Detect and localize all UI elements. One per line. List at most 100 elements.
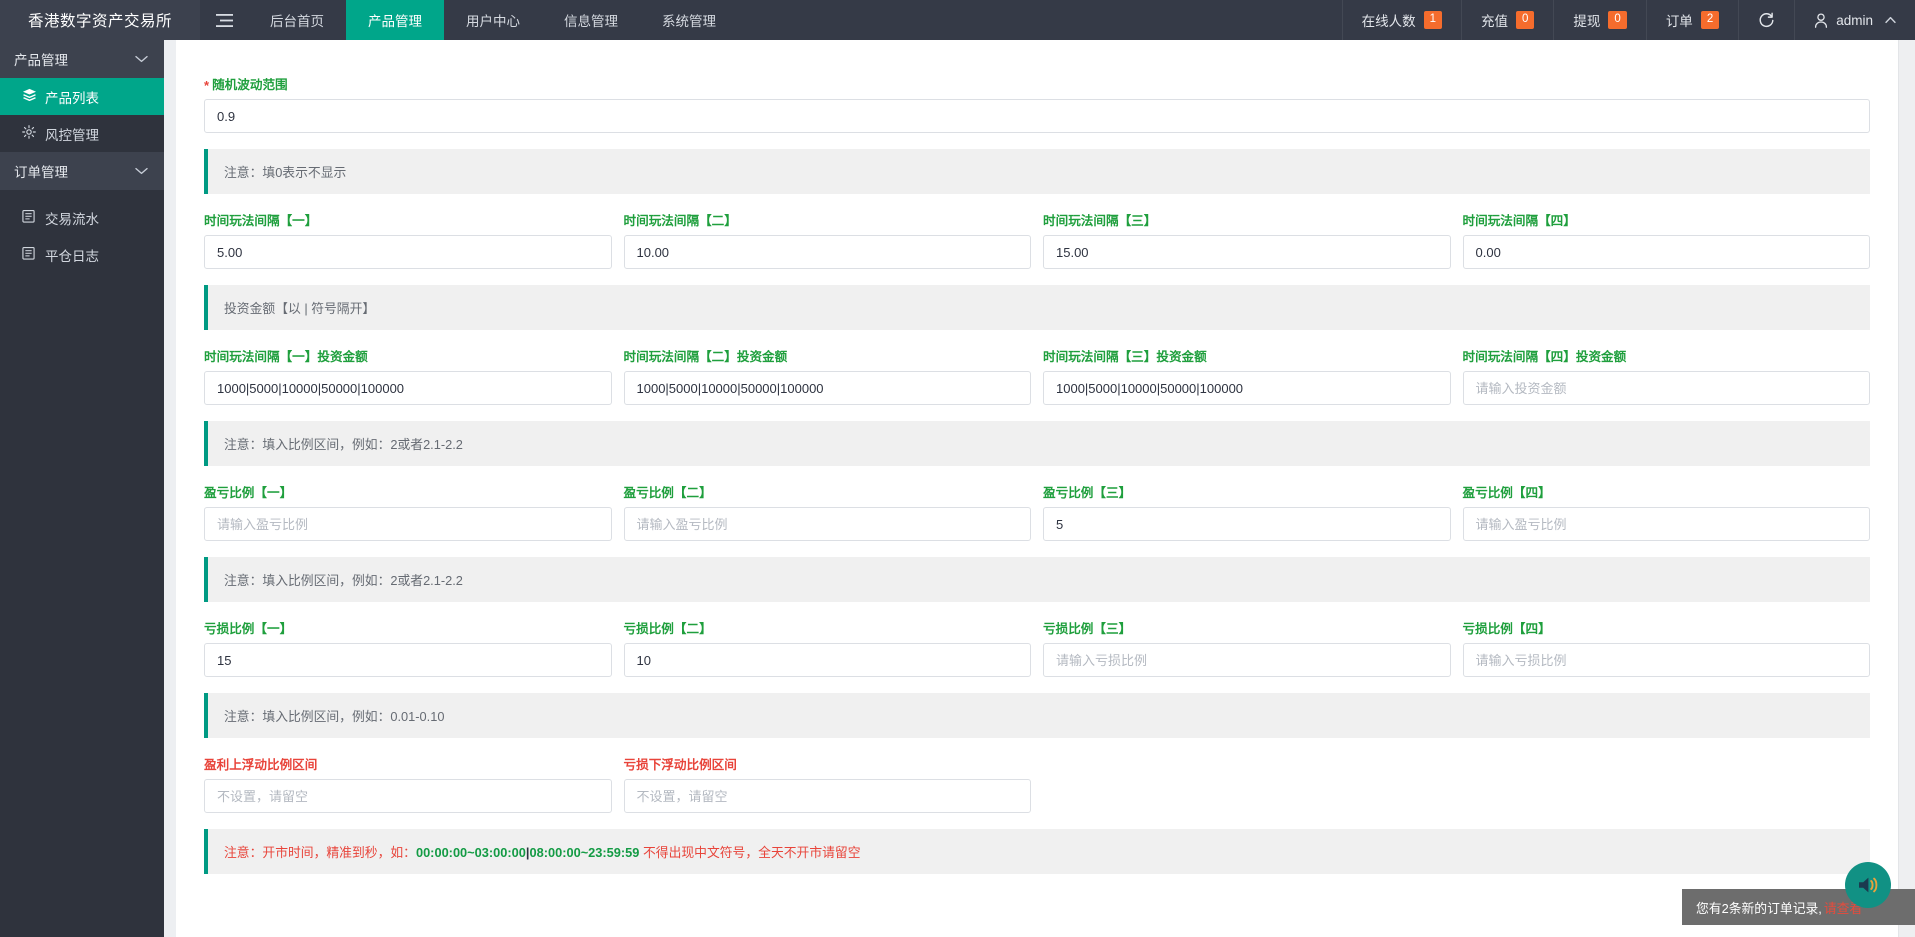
input-invest-amount-1[interactable]: [204, 371, 612, 405]
chevron-down-icon: [135, 55, 148, 63]
product-config-form: *随机波动范围 注意：填0表示不显示 时间玩法间隔【一】 时间玩法间隔【二】 时…: [176, 40, 1898, 937]
required-mark: *: [204, 78, 210, 93]
input-loss-ratio-4[interactable]: [1462, 643, 1870, 677]
label-loss-ratio-4: 亏损比例【四】: [1462, 622, 1551, 636]
input-loss-ratio-3[interactable]: [1043, 643, 1451, 677]
sidebar-group-product-management[interactable]: 产品管理: [0, 40, 164, 78]
row-loss-ratio: 亏损比例【一】 亏损比例【二】 亏损比例【三】 亏损比例【四】: [204, 602, 1870, 677]
notice-fill-zero: 注意：填0表示不显示: [204, 149, 1870, 194]
field-loss-ratio-1: 亏损比例【一】: [204, 602, 612, 677]
sidebar-item-liquidation-log[interactable]: 平仓日志: [0, 236, 164, 273]
field-float-spacer-4: [1463, 738, 1871, 813]
sidebar-group-product-management-label: 产品管理: [14, 53, 68, 68]
sidebar-item-transaction-flow[interactable]: 交易流水: [0, 199, 164, 236]
input-profit-float-range[interactable]: [204, 779, 612, 813]
notice-market-open-time: 注意：开市时间，精准到秒，如：00:00:00~03:00:00|08:00:0…: [204, 829, 1870, 874]
notice-ratio-range-1: 注意：填入比例区间，例如：2或者2.1-2.2: [204, 421, 1870, 466]
notice-market-time-a: 00:00:00~03:00:00: [415, 845, 526, 860]
stat-online-users[interactable]: 在线人数 1: [1341, 0, 1461, 40]
stat-deposit-label: 充值: [1481, 14, 1508, 29]
nav-tab-dashboard[interactable]: 后台首页: [248, 0, 346, 40]
field-time-interval-3: 时间玩法间隔【三】: [1043, 194, 1451, 269]
content-area: *随机波动范围 注意：填0表示不显示 时间玩法间隔【一】 时间玩法间隔【二】 时…: [164, 40, 1915, 937]
notice-invest-amount: 投资金额【以 | 符号隔开】: [204, 285, 1870, 330]
sidebar-item-risk-management[interactable]: 风控管理: [0, 115, 164, 152]
notice-ratio-range-3: 注意：填入比例区间，例如：0.01-0.10: [204, 693, 1870, 738]
input-time-interval-1[interactable]: [204, 235, 612, 269]
input-time-interval-3[interactable]: [1043, 235, 1451, 269]
input-profit-ratio-3[interactable]: [1043, 507, 1451, 541]
label-profit-float-range: 盈利上浮动比例区间: [204, 758, 318, 772]
label-profit-ratio-1: 盈亏比例【一】: [204, 486, 293, 500]
sidebar-spacer: [0, 190, 164, 199]
field-invest-amount-3: 时间玩法间隔【三】投资金额: [1043, 330, 1451, 405]
stat-withdraw-label: 提现: [1573, 14, 1601, 29]
input-invest-amount-2[interactable]: [623, 371, 1031, 405]
field-loss-ratio-4: 亏损比例【四】: [1462, 602, 1870, 677]
sidebar-group-order-management[interactable]: 订单管理: [0, 152, 164, 190]
label-invest-amount-1: 时间玩法间隔【一】投资金额: [204, 350, 368, 364]
stat-orders[interactable]: 订单 2: [1645, 0, 1738, 40]
user-menu[interactable]: admin: [1794, 0, 1915, 40]
hamburger-icon[interactable]: [200, 0, 248, 40]
sound-toggle-button[interactable]: [1845, 862, 1891, 908]
row-float-ratio: 盈利上浮动比例区间 亏损下浮动比例区间: [204, 738, 1870, 813]
input-profit-ratio-2[interactable]: [623, 507, 1031, 541]
stat-online-users-badge: 1: [1423, 11, 1442, 29]
label-random-range: * 随机波动范围: [204, 74, 1870, 93]
input-loss-ratio-1[interactable]: [204, 643, 612, 677]
label-time-interval-2: 时间玩法间隔【二】: [623, 214, 737, 228]
input-loss-ratio-2[interactable]: [623, 643, 1031, 677]
label-profit-ratio-2: 盈亏比例【二】: [623, 486, 712, 500]
field-profit-ratio-1: 盈亏比例【一】: [204, 466, 612, 541]
row-invest-amounts: 时间玩法间隔【一】投资金额 时间玩法间隔【二】投资金额 时间玩法间隔【三】投资金…: [204, 330, 1870, 405]
field-invest-amount-2: 时间玩法间隔【二】投资金额: [623, 330, 1031, 405]
nav-tab-product-management[interactable]: 产品管理: [346, 0, 444, 40]
navbar-right-group: 在线人数 1 充值 0 提现 0 订单 2 admin: [1341, 0, 1915, 40]
chevron-up-icon: [1885, 16, 1896, 24]
notice-market-prefix: 注意：开市时间，精准到秒，如：: [224, 845, 416, 860]
sidebar-item-product-list[interactable]: 产品列表: [0, 78, 164, 115]
label-loss-float-range: 亏损下浮动比例区间: [623, 758, 737, 772]
stat-withdraw-badge: 0: [1608, 11, 1627, 29]
label-loss-ratio-3: 亏损比例【三】: [1043, 622, 1132, 636]
input-time-interval-4[interactable]: [1462, 235, 1870, 269]
label-time-interval-1: 时间玩法间隔【一】: [204, 214, 318, 228]
nav-tab-system-management[interactable]: 系统管理: [640, 0, 738, 40]
refresh-button[interactable]: [1738, 0, 1794, 40]
navbar-spacer: [738, 0, 1342, 40]
field-invest-amount-4: 时间玩法间隔【四】投资金额: [1462, 330, 1870, 405]
page-scrollbar[interactable]: [1898, 40, 1915, 937]
field-float-spacer-3: [1043, 738, 1451, 813]
input-profit-ratio-4[interactable]: [1462, 507, 1870, 541]
sidebar-item-product-list-label: 产品列表: [45, 90, 99, 106]
input-invest-amount-4[interactable]: [1462, 371, 1870, 405]
field-time-interval-4: 时间玩法间隔【四】: [1462, 194, 1870, 269]
input-random-range[interactable]: [204, 99, 1870, 133]
field-profit-ratio-2: 盈亏比例【二】: [623, 466, 1031, 541]
input-time-interval-2[interactable]: [623, 235, 1031, 269]
sidebar-item-transaction-flow-label: 交易流水: [45, 211, 99, 227]
input-profit-ratio-1[interactable]: [204, 507, 612, 541]
stat-online-users-label: 在线人数: [1361, 14, 1416, 29]
notice-market-time-b: 08:00:00~23:59:59: [529, 845, 640, 860]
input-loss-float-range[interactable]: [623, 779, 1031, 813]
label-invest-amount-3: 时间玩法间隔【三】投资金额: [1043, 350, 1207, 364]
label-invest-amount-4: 时间玩法间隔【四】投资金额: [1462, 350, 1627, 364]
sidebar-group-order-management-label: 订单管理: [14, 165, 68, 180]
label-loss-ratio-1: 亏损比例【一】: [204, 622, 293, 636]
gear-icon: [22, 125, 37, 142]
row-profit-ratio: 盈亏比例【一】 盈亏比例【二】 盈亏比例【三】 盈亏比例【四】: [204, 466, 1870, 541]
label-invest-amount-2: 时间玩法间隔【二】投资金额: [623, 350, 788, 364]
stat-withdraw[interactable]: 提现 0: [1553, 0, 1645, 40]
field-profit-ratio-4: 盈亏比例【四】: [1462, 466, 1870, 541]
brand-title: 香港数字资产交易所: [0, 0, 200, 40]
label-loss-ratio-2: 亏损比例【二】: [623, 622, 712, 636]
label-profit-ratio-3: 盈亏比例【三】: [1043, 486, 1132, 500]
nav-tab-info-management[interactable]: 信息管理: [542, 0, 640, 40]
nav-tab-user-center[interactable]: 用户中心: [444, 0, 542, 40]
stat-deposit[interactable]: 充值 0: [1461, 0, 1553, 40]
refresh-icon: [1759, 12, 1774, 27]
chevron-down-icon: [135, 167, 148, 175]
input-invest-amount-3[interactable]: [1043, 371, 1451, 405]
